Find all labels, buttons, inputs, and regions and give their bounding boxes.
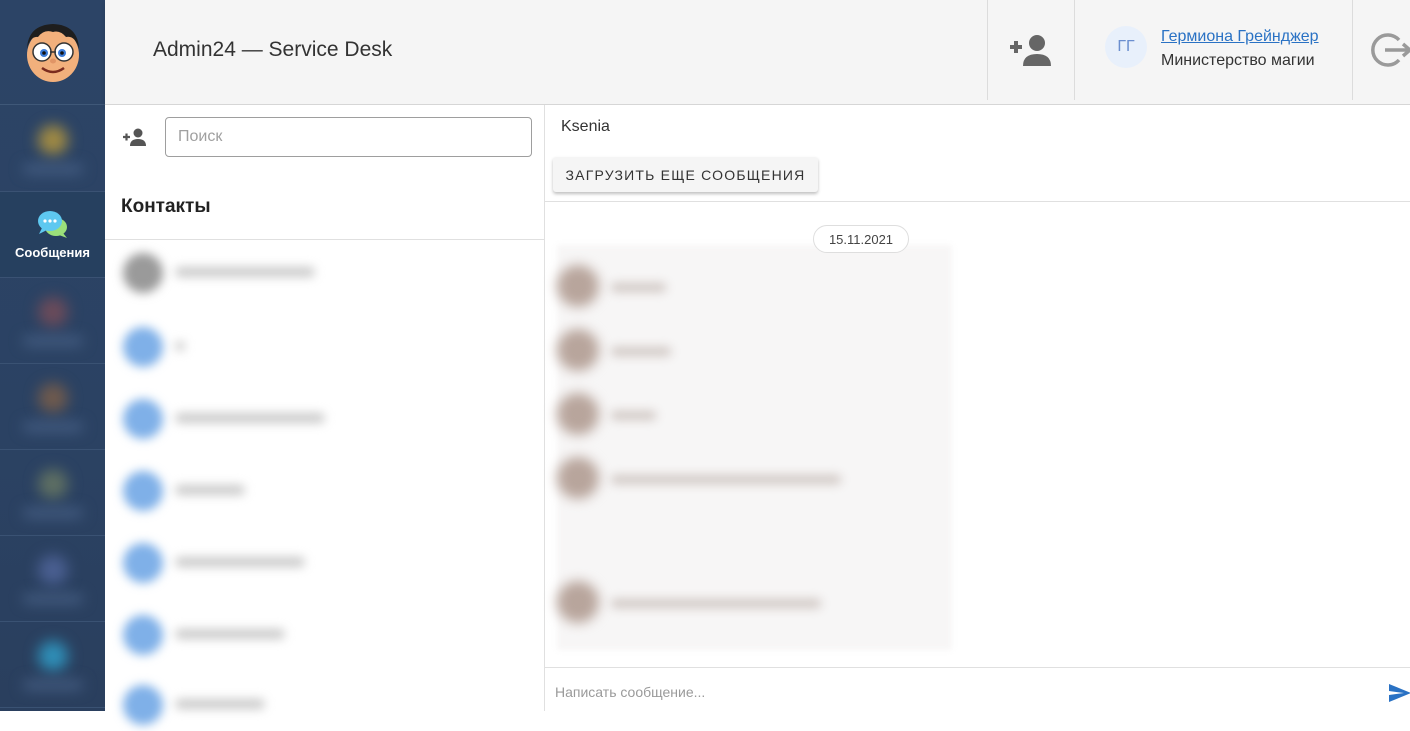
divider (545, 201, 1410, 202)
message-item (557, 581, 917, 635)
contact-name (175, 267, 315, 277)
sidebar-item-label (22, 508, 83, 517)
message-text (611, 599, 821, 608)
sidebar-item-1[interactable] (0, 106, 105, 192)
section-icon (37, 640, 68, 671)
sidebar-item-label (22, 594, 83, 603)
sidebar-item-label (22, 422, 83, 431)
chat-panel: Ksenia ЗАГРУЗИТЬ ЕЩЕ СООБЩЕНИЯ 15.11.202… (545, 105, 1410, 711)
sidebar-item-label (22, 680, 83, 689)
contact-avatar (123, 685, 163, 725)
message-text (611, 347, 671, 356)
message-text (611, 411, 656, 420)
user-name-link[interactable]: Гермиона Грейнджер (1161, 28, 1319, 46)
divider (105, 239, 545, 240)
contact-avatar (123, 543, 163, 583)
message-item (557, 393, 917, 447)
dashboard-icon (37, 124, 68, 155)
contact-avatar (123, 253, 163, 293)
message-avatar (557, 393, 599, 435)
header-divider (987, 0, 988, 100)
sidebar-item-5[interactable] (0, 450, 105, 536)
contact-name (175, 485, 245, 495)
contact-avatar (123, 615, 163, 655)
divider (545, 667, 1410, 668)
contact-name (175, 629, 285, 639)
message-avatar (557, 329, 599, 371)
add-person-icon (1010, 35, 1051, 66)
load-more-messages-button[interactable]: ЗАГРУЗИТЬ ЕЩЕ СООБЩЕНИЯ (553, 157, 818, 192)
add-contact-button[interactable] (121, 123, 149, 151)
contact-item[interactable] (115, 393, 375, 445)
user-organization: Министерство магии (1161, 52, 1315, 69)
message-item (557, 457, 917, 511)
contact-name (175, 699, 265, 709)
chat-bubbles-icon (37, 211, 67, 238)
contact-item[interactable] (115, 247, 375, 299)
contact-avatar (123, 399, 163, 439)
message-avatar (557, 581, 599, 623)
contact-avatar (123, 327, 163, 367)
date-separator: 15.11.2021 (813, 225, 909, 253)
sidebar-item-6[interactable] (0, 536, 105, 622)
sidebar: Сообщения (0, 0, 105, 711)
chat-contact-name: Ksenia (561, 118, 610, 135)
add-person-icon (123, 128, 146, 146)
user-avatar[interactable]: ГГ (1105, 26, 1147, 68)
contact-name (175, 413, 325, 423)
send-button[interactable] (1388, 681, 1410, 705)
section-icon (37, 296, 68, 327)
search-input[interactable] (165, 117, 532, 157)
header-divider (1352, 0, 1353, 100)
contacts-panel: Контакты (105, 105, 545, 725)
section-icon (37, 554, 68, 585)
message-item (557, 265, 917, 319)
logout-button[interactable] (1367, 28, 1410, 72)
sidebar-item-7[interactable] (0, 622, 105, 708)
contact-name (175, 341, 185, 351)
header-divider (1074, 0, 1075, 100)
message-text (611, 283, 666, 292)
top-header: Admin24 — Service Desk ГГ Гермиона Грейн… (105, 0, 1410, 105)
contact-item[interactable] (115, 321, 375, 373)
section-icon (37, 468, 68, 499)
contact-name (175, 557, 305, 567)
sidebar-item-4[interactable] (0, 364, 105, 450)
contact-item[interactable] (115, 537, 375, 589)
sidebar-item-label: Сообщения (15, 245, 90, 260)
section-icon (37, 382, 68, 413)
message-input[interactable] (555, 679, 1375, 705)
app-title: Admin24 — Service Desk (153, 38, 393, 61)
contact-item[interactable] (115, 465, 375, 517)
sidebar-item-label (22, 164, 83, 173)
sidebar-item-3[interactable] (0, 278, 105, 364)
message-avatar (557, 265, 599, 307)
sidebar-item-label (22, 336, 83, 345)
logout-icon (1371, 33, 1410, 67)
cartoon-face-logo (26, 24, 79, 82)
contact-avatar (123, 471, 163, 511)
send-icon (1389, 684, 1410, 702)
message-avatar (557, 457, 599, 499)
message-text (611, 475, 841, 484)
app-logo[interactable] (0, 0, 105, 105)
contacts-title: Контакты (121, 196, 211, 217)
sidebar-item-messages[interactable]: Сообщения (0, 192, 105, 278)
message-item (557, 329, 917, 383)
contact-item[interactable] (115, 679, 375, 731)
add-user-button[interactable] (1000, 28, 1060, 72)
contact-item[interactable] (115, 609, 375, 661)
